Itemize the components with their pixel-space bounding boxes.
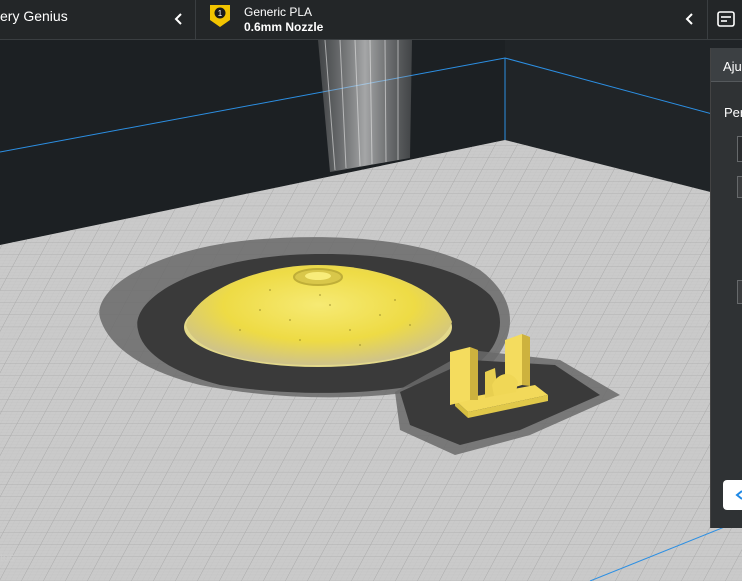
status-text: tos <box>0 552 15 564</box>
chevron-left-icon <box>735 490 742 500</box>
nozzle-size: 0.6mm Nozzle <box>244 20 324 34</box>
chevron-left-icon[interactable] <box>681 9 699 29</box>
print-settings-panel: Aju Per <box>710 48 742 528</box>
side-nav-button[interactable] <box>723 480 742 510</box>
tab-adjustments[interactable]: Aju <box>711 48 742 82</box>
chevron-left-icon[interactable] <box>170 9 188 29</box>
material-selector[interactable]: 1 Generic PLA 0.6mm Nozzle <box>196 0 708 40</box>
material-name: Generic PLA <box>244 5 313 19</box>
top-toolbar: ery Genius 1 Generic PLA 0.6mm Nozzle <box>0 0 742 40</box>
printer-name: ery Genius <box>0 8 68 24</box>
settings-row[interactable] <box>737 280 742 304</box>
3d-viewport[interactable] <box>0 0 742 581</box>
extruder-number: 1 <box>218 9 223 18</box>
print-settings-button[interactable] <box>708 0 742 40</box>
dome-top-hole <box>305 272 331 280</box>
settings-row[interactable] <box>737 176 742 198</box>
profile-label: Per <box>724 105 742 120</box>
profile-dropdown[interactable] <box>737 136 742 162</box>
print-settings-icon <box>717 11 735 27</box>
printer-selector[interactable]: ery Genius <box>0 0 196 40</box>
extruder-badge-icon: 1 <box>210 5 230 27</box>
tab-label: Aju <box>723 59 742 74</box>
